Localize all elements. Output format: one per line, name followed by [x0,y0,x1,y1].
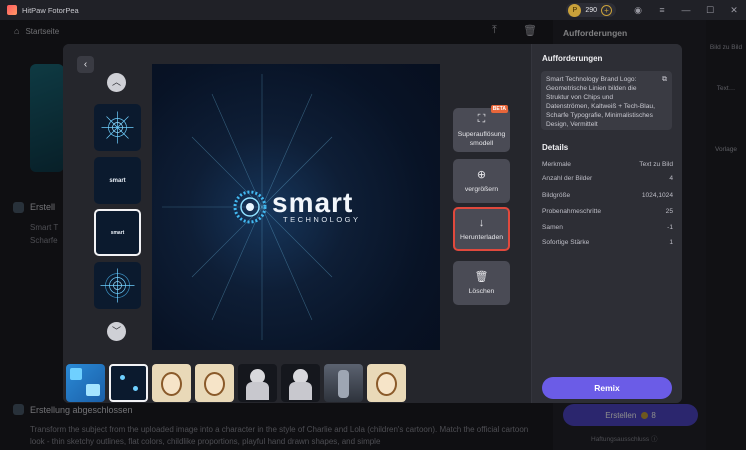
history-thumb-4[interactable] [195,364,234,402]
detail-row: Merkmale Text zu Bild [542,161,673,168]
trash-icon: 🗑 [474,271,489,283]
prompt-text-box[interactable]: Smart Technology Brand Logo: Geometrisch… [541,71,672,130]
coin-icon: P [568,3,582,17]
app-name: HitPaw FotorPea [22,5,79,15]
detail-row: Samen -1 [542,224,673,231]
image-subtitle: TECHNOLOGY [283,215,361,224]
prompt-text: Smart Technology Brand Logo: Geometrisch… [546,76,655,128]
history-thumb-5[interactable] [238,364,277,402]
thumbnail-2[interactable]: smart [94,157,141,204]
thumbnail-wordmark: smart [110,229,125,236]
detail-row: Bildgröße 1024,1024 [542,192,673,199]
prompt-title: Aufforderungen [542,54,603,63]
image-viewer: ‹ ︿ smart smart ﹀ smart TECHNOLOGY BETA … [63,44,531,403]
beta-badge: BETA [490,105,508,113]
zoom-label: vergrößern [464,186,499,193]
download-button[interactable]: ↓ Herunterladen [453,207,510,251]
detail-row: Anzahl der Bilder 4 [542,175,673,182]
detail-label: Sofortige Stärke [542,239,590,246]
super-resolution-icon: ⛶ [477,112,486,125]
back-button[interactable]: ‹ [77,56,94,73]
detail-value: 1024,1024 [641,192,673,199]
super-resolution-button[interactable]: BETA ⛶ Superauflösungsmodell [453,105,510,152]
user-icon[interactable]: ◉ [626,5,650,16]
credits-count: 290 [585,6,597,14]
thumbnail-4[interactable] [94,262,141,309]
detail-label: Samen [542,224,563,231]
scroll-up-button[interactable]: ︿ [107,73,126,92]
menu-icon[interactable]: ≡ [650,5,674,15]
thumbnail-1[interactable] [94,104,141,151]
generated-image: smart TECHNOLOGY [152,64,440,350]
download-icon: ↓ [478,216,485,229]
remix-button[interactable]: Remix [542,377,672,399]
detail-label: Probenahmeschritte [542,208,602,215]
history-thumb-3[interactable] [152,364,191,402]
credits-pill[interactable]: P 290 + [566,3,616,17]
detail-value: Text zu Bild [639,161,673,168]
scroll-down-button[interactable]: ﹀ [107,322,126,341]
copy-icon[interactable]: ⧉ [662,75,667,84]
thumbnail-art [101,111,134,144]
close-window-icon[interactable]: ✕ [722,5,746,16]
detail-value: 1 [669,239,673,246]
detail-row: Sofortige Stärke 1 [542,239,673,246]
history-thumb-2[interactable] [109,364,148,402]
detail-label: Bildgröße [542,192,571,199]
maximize-icon[interactable]: ☐ [698,5,722,16]
history-thumb-1[interactable] [66,364,105,402]
history-strip [66,364,410,402]
detail-value: -1 [667,224,673,231]
detail-row: Probenahmeschritte 25 [542,208,673,215]
detail-label: Merkmale [542,161,571,168]
detail-value: 4 [669,175,673,182]
thumbnail-art [100,268,135,303]
history-thumb-7[interactable] [324,364,363,402]
detail-label: Anzahl der Bilder [542,175,593,182]
zoom-button[interactable]: ⊕ vergrößern [453,159,510,203]
app-logo-icon [7,5,17,15]
thumbnail-3[interactable]: smart [94,209,141,256]
thumbnail-wordmark: smart [109,177,126,184]
details-title: Details [542,143,569,152]
history-thumb-6[interactable] [281,364,320,402]
detail-value: 25 [665,208,673,215]
title-bar: HitPaw FotorPea P 290 + ◉ ≡ — ☐ ✕ [0,0,746,20]
download-label: Herunterladen [459,233,504,241]
delete-button[interactable]: 🗑 Löschen [453,261,510,305]
super-resolution-label: Superauflösungsmodell [457,130,506,147]
zoom-in-icon: ⊕ [476,169,487,181]
add-credits-icon[interactable]: + [601,4,612,16]
history-thumb-8[interactable] [367,364,406,402]
delete-label: Löschen [468,288,495,295]
minimize-icon[interactable]: — [674,5,698,15]
image-detail-modal: ‹ ︿ smart smart ﹀ smart TECHNOLOGY BETA … [63,44,682,403]
detail-panel: Aufforderungen Smart Technology Brand Lo… [531,44,682,403]
